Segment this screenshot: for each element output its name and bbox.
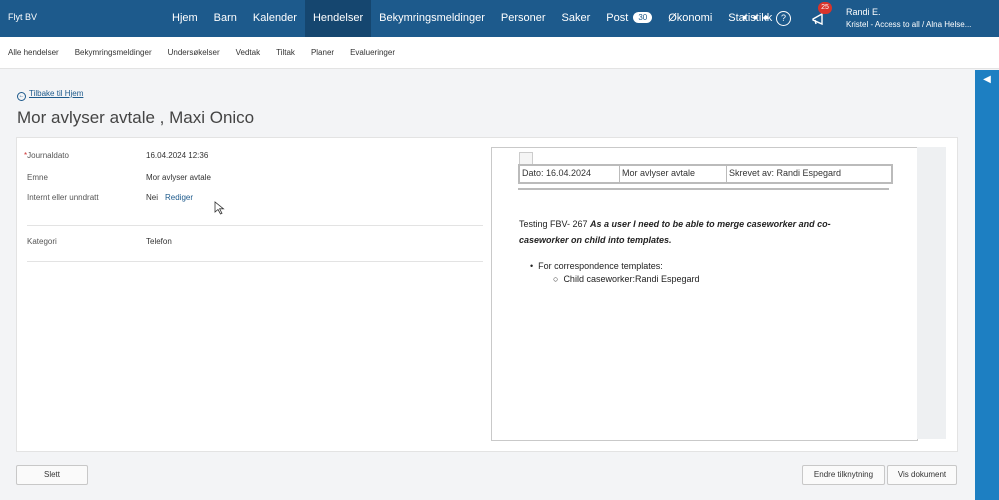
document-date-cell: Dato: 16.04.2024 bbox=[520, 166, 620, 182]
subnav-tiltak[interactable]: Tiltak bbox=[268, 37, 303, 68]
document-rule bbox=[518, 188, 889, 190]
delete-button[interactable]: Slett bbox=[16, 465, 88, 485]
back-link-label: Tilbake til Hjem bbox=[29, 89, 84, 98]
journaldato-label: *Journaldato bbox=[24, 151, 69, 160]
app-brand[interactable]: Flyt BV bbox=[8, 12, 37, 22]
nav-item-bekymringsmeldinger[interactable]: Bekymringsmeldinger bbox=[371, 0, 493, 37]
divider bbox=[27, 225, 483, 226]
document-preview-margin bbox=[917, 147, 946, 439]
question-circle-icon[interactable]: ? bbox=[776, 11, 791, 26]
divider bbox=[27, 261, 483, 262]
document-header-table: Dato: 16.04.2024 Mor avlyser avtale Skre… bbox=[518, 164, 893, 184]
emne-label: Emne bbox=[27, 173, 48, 182]
more-menu-icon[interactable]: • • • bbox=[742, 9, 769, 25]
kategori-label: Kategori bbox=[27, 237, 57, 246]
subnav-evalueringer[interactable]: Evalueringer bbox=[342, 37, 403, 68]
show-document-button[interactable]: Vis dokument bbox=[887, 465, 957, 485]
post-count-badge: 30 bbox=[633, 12, 653, 23]
rediger-link[interactable]: Rediger bbox=[165, 193, 193, 202]
nav-item-personer[interactable]: Personer bbox=[493, 0, 554, 37]
nav-item-hendelser[interactable]: Hendelser bbox=[304, 0, 372, 37]
document-text-prefix: Testing FBV- 267 bbox=[519, 219, 591, 229]
document-list-item-text: For correspondence templates: bbox=[538, 261, 663, 271]
journaldato-value: 16.04.2024 12:36 bbox=[146, 151, 209, 160]
document-author-cell: Skrevet av: Randi Espegard bbox=[729, 168, 842, 178]
nav-item-barn[interactable]: Barn bbox=[206, 0, 245, 37]
nav-item-saker[interactable]: Saker bbox=[554, 0, 599, 37]
subnav-bekymringsmeldinger[interactable]: Bekymringsmeldinger bbox=[67, 37, 160, 68]
main-nav: Hjem Barn Kalender Hendelser Bekymringsm… bbox=[164, 0, 780, 37]
user-org[interactable]: Kristel - Access to all / Alna Helse... bbox=[846, 20, 971, 29]
journaldato-label-text: Journaldato bbox=[27, 151, 69, 160]
subnav-planer[interactable]: Planer bbox=[303, 37, 342, 68]
internt-value-text: Nei bbox=[146, 193, 159, 202]
kategori-value: Telefon bbox=[146, 237, 172, 246]
arrow-left-circle-icon: ← bbox=[17, 92, 26, 101]
document-sub-item: ○ Child caseworker:Randi Espegard bbox=[553, 274, 700, 284]
document-sub-item-text: Child caseworker:Randi Espegard bbox=[563, 274, 700, 284]
sidebar-collapsed bbox=[975, 90, 999, 500]
change-link-button[interactable]: Endre tilknytning bbox=[802, 465, 885, 485]
subnav-alle-hendelser[interactable]: Alle hendelser bbox=[0, 37, 67, 68]
user-name[interactable]: Randi E. bbox=[846, 7, 881, 17]
top-navigation-bar: Flyt BV Hjem Barn Kalender Hendelser Bek… bbox=[0, 0, 999, 37]
arrow-left-icon[interactable]: ◀ bbox=[975, 70, 999, 90]
document-body-text: Testing FBV- 267 As a user I need to be … bbox=[519, 216, 879, 248]
nav-item-okonomi[interactable]: Økonomi bbox=[660, 0, 720, 37]
document-list-item: • For correspondence templates: bbox=[530, 261, 663, 271]
nav-item-post-label: Post bbox=[606, 12, 629, 24]
document-subject-cell: Mor avlyser avtale bbox=[620, 166, 727, 182]
notification-count-badge: 25 bbox=[818, 2, 832, 14]
back-link[interactable]: ← Tilbake til Hjem bbox=[17, 89, 83, 101]
document-preview[interactable] bbox=[491, 147, 918, 441]
page-title: Mor avlyser avtale , Maxi Onico bbox=[17, 108, 255, 127]
internt-label: Internt eller unndratt bbox=[27, 193, 99, 202]
document-list: • For correspondence templates: ○ Child … bbox=[530, 261, 700, 284]
nav-item-kalender[interactable]: Kalender bbox=[245, 0, 305, 37]
subnav-vedtak[interactable]: Vedtak bbox=[228, 37, 268, 68]
nav-item-hjem[interactable]: Hjem bbox=[164, 0, 206, 37]
internt-value: Nei Rediger bbox=[146, 193, 193, 202]
subnav-undersokelser[interactable]: Undersøkelser bbox=[160, 37, 228, 68]
nav-item-post[interactable]: Post 30 bbox=[598, 0, 660, 37]
emne-value: Mor avlyser avtale bbox=[146, 173, 211, 182]
mouse-cursor-icon bbox=[214, 201, 225, 215]
sub-navigation: Alle hendelser Bekymringsmeldinger Under… bbox=[0, 37, 999, 69]
